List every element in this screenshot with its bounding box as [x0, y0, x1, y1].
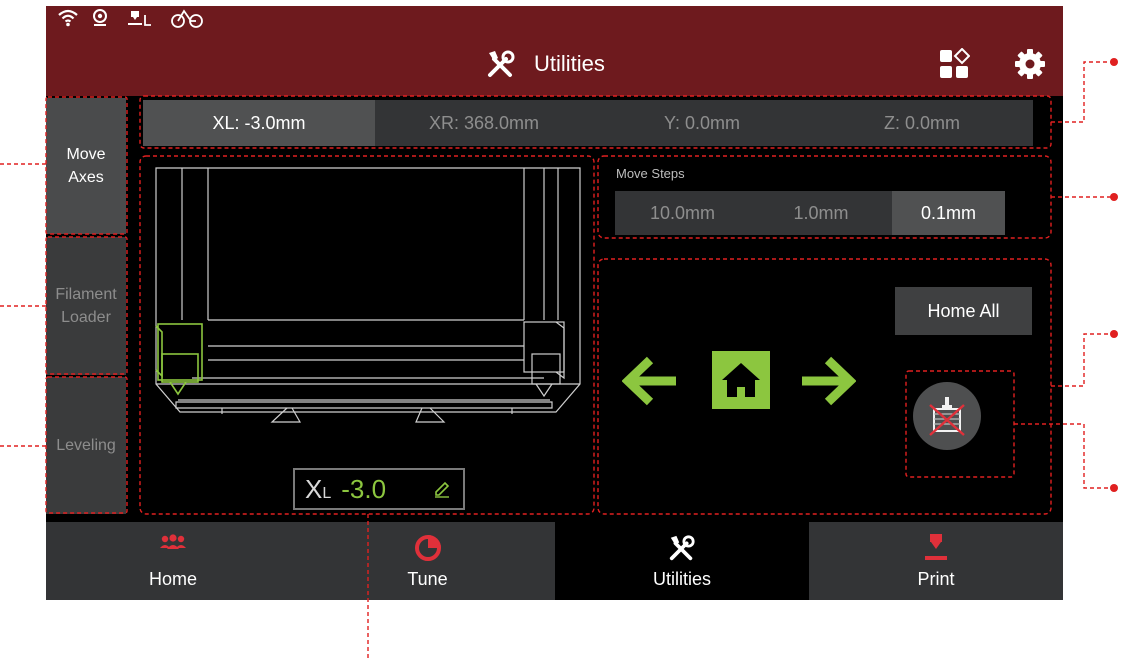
step-10mm-button[interactable]: 10.0mm	[615, 191, 750, 235]
home-axis-icon[interactable]	[712, 351, 770, 409]
extruder-left-icon	[128, 11, 151, 26]
axis-z-button[interactable]: Z: 0.0mm	[811, 100, 1033, 146]
webcam-icon	[93, 9, 107, 26]
wifi-icon	[58, 9, 78, 27]
axis-xr-button[interactable]: XR: 368.0mm	[375, 100, 593, 146]
axis-y-button[interactable]: Y: 0.0mm	[593, 100, 811, 146]
nav-label: Utilities	[652, 569, 711, 589]
tab-filament-loader[interactable]: Filament Loader	[46, 237, 126, 375]
step-1mm-button[interactable]: 1.0mm	[750, 191, 892, 235]
printer-visualization	[155, 167, 581, 423]
move-steps-label: Move Steps	[616, 166, 685, 181]
tab-label-line: Loader	[61, 309, 111, 326]
settings-gear-icon[interactable]	[1014, 48, 1046, 80]
move-left-arrow-icon[interactable]	[622, 356, 678, 406]
nav-label: Tune	[407, 569, 448, 589]
axis-label: XL	[305, 474, 331, 505]
page-title: Utilities	[534, 51, 605, 76]
tab-move-axes[interactable]: Move Axes	[46, 98, 126, 234]
bottom-navigation: Home Tune Utilities Print	[46, 522, 1063, 600]
axis-position-bar: XL: -3.0mm XR: 368.0mm Y: 0.0mm Z: 0.0mm	[143, 100, 1033, 146]
utilities-tools-icon	[669, 535, 695, 561]
home-group-icon	[160, 534, 186, 549]
axis-subscript: L	[322, 484, 332, 502]
bike-infinity-icon	[171, 9, 203, 28]
disable-steppers-icon[interactable]	[912, 381, 982, 451]
utilities-tools-icon	[488, 50, 515, 77]
axis-value: -3.0	[341, 473, 387, 504]
nav-label: Home	[148, 569, 197, 589]
home-all-button[interactable]: Home All	[895, 287, 1032, 335]
print-nozzle-icon	[925, 534, 947, 560]
tab-move-axes-label: Move Axes	[66, 143, 105, 189]
tab-label-line: Move	[66, 146, 106, 163]
tab-label-line: Axes	[68, 169, 104, 186]
nav-tune[interactable]: Tune	[300, 522, 555, 600]
nav-label: Print	[917, 569, 955, 589]
nav-utilities[interactable]: Utilities	[555, 522, 809, 600]
axis-xl-button[interactable]: XL: -3.0mm	[143, 100, 375, 146]
tab-leveling[interactable]: Leveling	[46, 377, 126, 514]
widgets-icon[interactable]	[938, 48, 970, 80]
tab-label-line: Leveling	[56, 437, 116, 454]
tune-pie-icon	[414, 535, 441, 561]
status-bar	[46, 6, 1063, 32]
touchscreen: Utilities Move Axes Filament Loader Leve…	[46, 6, 1063, 600]
nav-home[interactable]: Home	[46, 522, 300, 600]
axis-letter: X	[305, 473, 323, 504]
edit-pencil-icon	[435, 481, 450, 498]
page-title-group: Utilities	[486, 46, 605, 82]
move-steps-selector: 10.0mm 1.0mm 0.1mm	[615, 191, 1005, 235]
step-0-1mm-button[interactable]: 0.1mm	[892, 191, 1005, 235]
nav-print[interactable]: Print	[809, 522, 1063, 600]
tab-label-line: Filament	[55, 286, 117, 303]
tab-filament-loader-label: Filament Loader	[55, 283, 116, 329]
axis-value-input[interactable]: XL -3.0	[293, 468, 465, 510]
header-bar: Utilities	[46, 32, 1063, 96]
move-right-arrow-icon[interactable]	[800, 356, 856, 406]
